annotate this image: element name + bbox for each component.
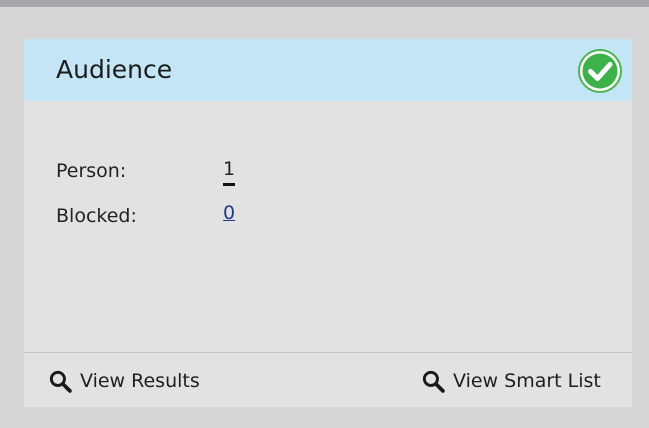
audience-card: Audience Person: 1 Blocked: 0 View Resul… — [24, 39, 632, 407]
view-smart-list-label: View Smart List — [453, 370, 601, 392]
check-circle-icon — [578, 49, 622, 93]
person-label: Person: — [56, 160, 127, 182]
view-smart-list-button[interactable]: View Smart List — [421, 367, 601, 395]
card-title: Audience — [56, 55, 173, 84]
card-header: Audience — [24, 39, 632, 101]
magnifier-icon — [49, 370, 72, 393]
view-results-label: View Results — [80, 370, 200, 392]
blocked-count-link[interactable]: 0 — [223, 201, 235, 225]
view-results-button[interactable]: View Results — [48, 367, 200, 395]
person-count-link[interactable]: 1 — [223, 157, 236, 186]
footer-divider — [24, 352, 632, 353]
magnifier-icon — [422, 370, 445, 393]
blocked-label: Blocked: — [56, 205, 137, 227]
top-strip — [0, 0, 649, 7]
